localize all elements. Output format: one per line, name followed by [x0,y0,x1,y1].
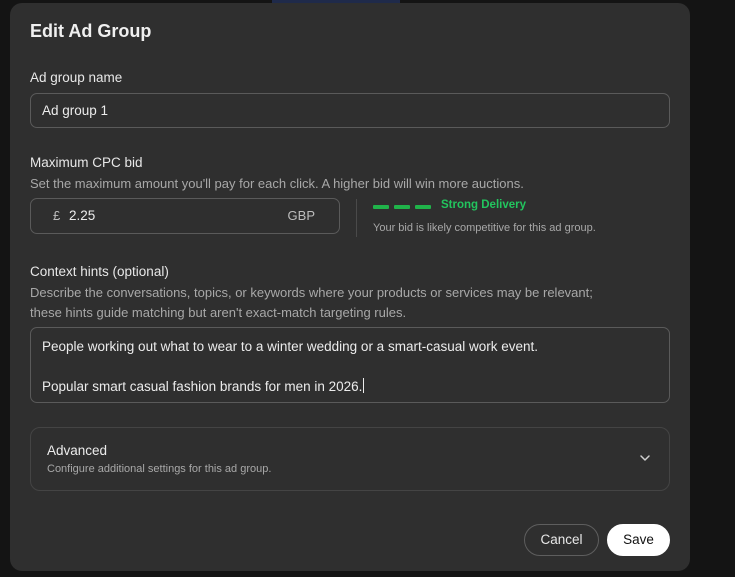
delivery-divider [356,199,357,237]
context-hints-textarea[interactable]: People working out what to wear to a win… [30,327,670,403]
delivery-dash [373,205,389,209]
delivery-dash [415,205,431,209]
max-cpc-help: Set the maximum amount you'll pay for ea… [30,176,524,191]
context-hints-help-line2: these hints guide matching but aren't ex… [30,305,407,320]
currency-symbol: £ [53,208,61,223]
delivery-dash [394,205,410,209]
context-hint-line: People working out what to wear to a win… [42,339,538,354]
save-button[interactable]: Save [607,524,670,556]
currency-code: GBP [287,208,315,223]
advanced-description: Configure additional settings for this a… [47,463,272,475]
delivery-strength-bar [373,205,433,209]
text-caret [363,378,365,393]
ad-group-name-input[interactable]: Ad group 1 [30,93,670,128]
max-cpc-input[interactable]: £ 2.25 GBP [30,198,340,234]
chevron-down-icon[interactable] [639,452,651,464]
delivery-status: Strong Delivery [441,199,526,211]
dialog-title: Edit Ad Group [30,21,152,41]
context-hints-label: Context hints (optional) [30,264,169,279]
max-cpc-label: Maximum CPC bid [30,155,143,170]
ad-group-name-label: Ad group name [30,70,123,85]
delivery-note: Your bid is likely competitive for this … [373,222,596,234]
context-hint-line: Popular smart casual fashion brands for … [42,379,363,394]
advanced-section-toggle[interactable]: Advanced Configure additional settings f… [30,427,670,491]
bid-amount[interactable]: 2.25 [69,199,95,233]
edit-ad-group-dialog: Edit Ad Group Ad group name Ad group 1 M… [10,3,690,571]
cancel-button[interactable]: Cancel [524,524,599,556]
context-hints-help-line1: Describe the conversations, topics, or k… [30,285,593,300]
advanced-title: Advanced [47,443,108,458]
